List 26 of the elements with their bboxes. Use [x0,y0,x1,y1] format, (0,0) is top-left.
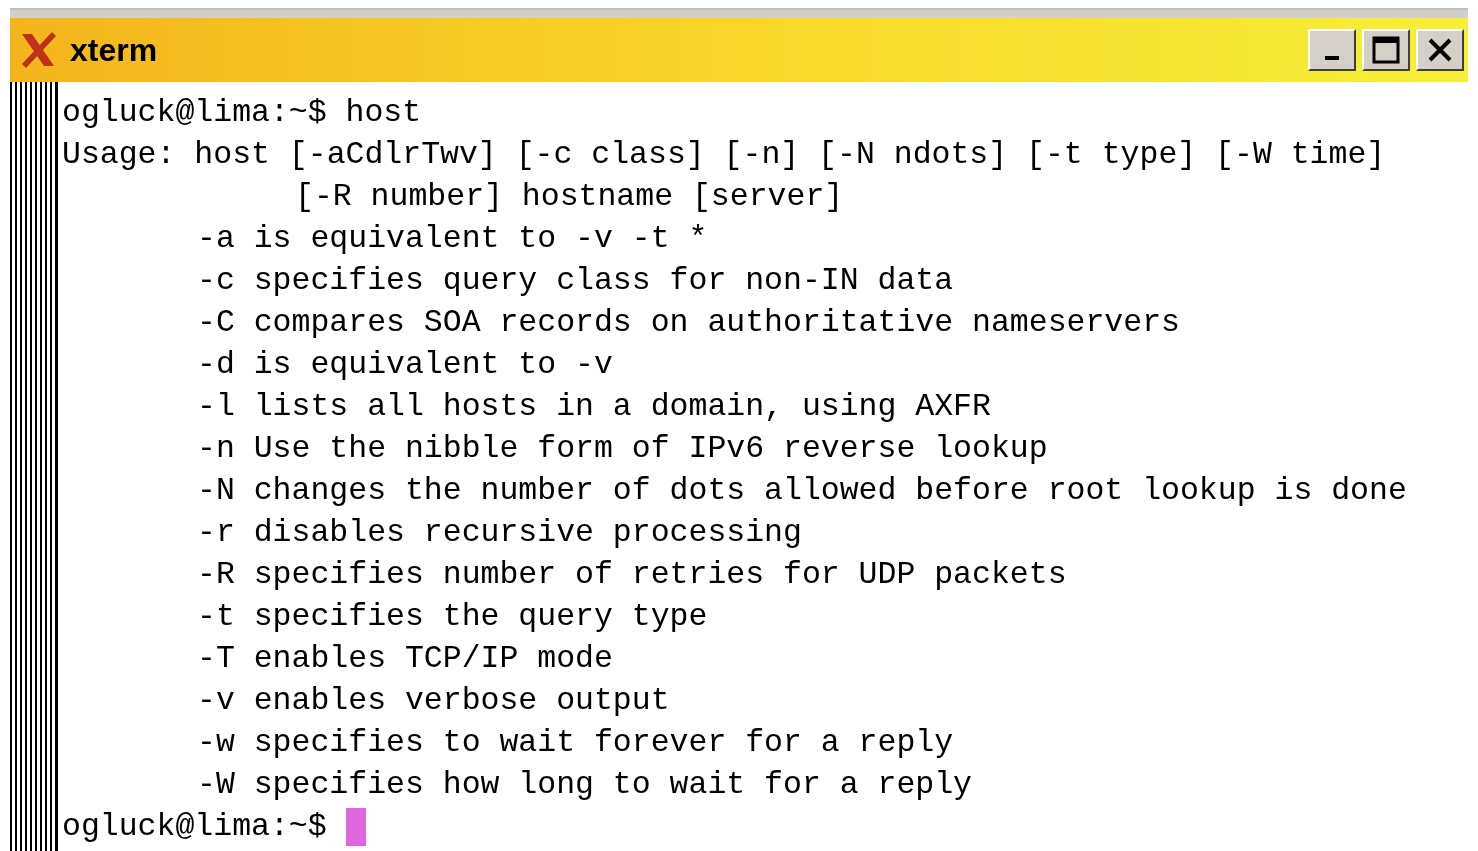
terminal-line: -r disables recursive processing [197,514,802,552]
terminal-line: -d is equivalent to -v [197,346,613,384]
terminal-line: -T enables TCP/IP mode [197,640,613,678]
scrollbar[interactable] [10,82,58,851]
terminal-line: -C compares SOA records on authoritative nameservers [197,304,1180,342]
terminal-line: -t specifies the query type [197,598,708,636]
terminal-line: -c specifies query class for non-IN data [197,262,954,300]
close-button[interactable] [1416,29,1464,71]
terminal-line: -l lists all hosts in a domain, using AXFR [197,388,991,426]
terminal-line: [-R number] hostname [server] [295,178,844,216]
terminal-line: -N changes the number of dots allowed before root lookup is done [197,472,1407,510]
terminal-line: -W specifies how long to wait for a reply [197,766,973,804]
terminal-line: -R specifies number of retries for UDP packets [197,556,1067,594]
terminal-line: -a is equivalent to -v -t * [197,220,708,258]
maximize-icon [1372,36,1400,64]
window-title: xterm [70,31,158,70]
terminal-line: -n Use the nibble form of IPv6 reverse lookup [197,430,1048,468]
terminal-line: Usage: host [-aCdlrTwv] [-c class] [-n] [-N ndots] [-t type] [-W time] [62,136,1386,174]
minimize-button[interactable] [1308,29,1356,71]
close-icon [1427,37,1453,63]
terminal-line: -w specifies to wait forever for a reply [197,724,954,762]
terminal-line: -v enables verbose output [197,682,670,720]
maximize-button[interactable] [1362,29,1410,71]
terminal-line: ogluck@lima:~$ host [62,94,422,132]
minimize-icon [1325,56,1339,60]
terminal-line: ogluck@lima:~$ [62,808,328,846]
